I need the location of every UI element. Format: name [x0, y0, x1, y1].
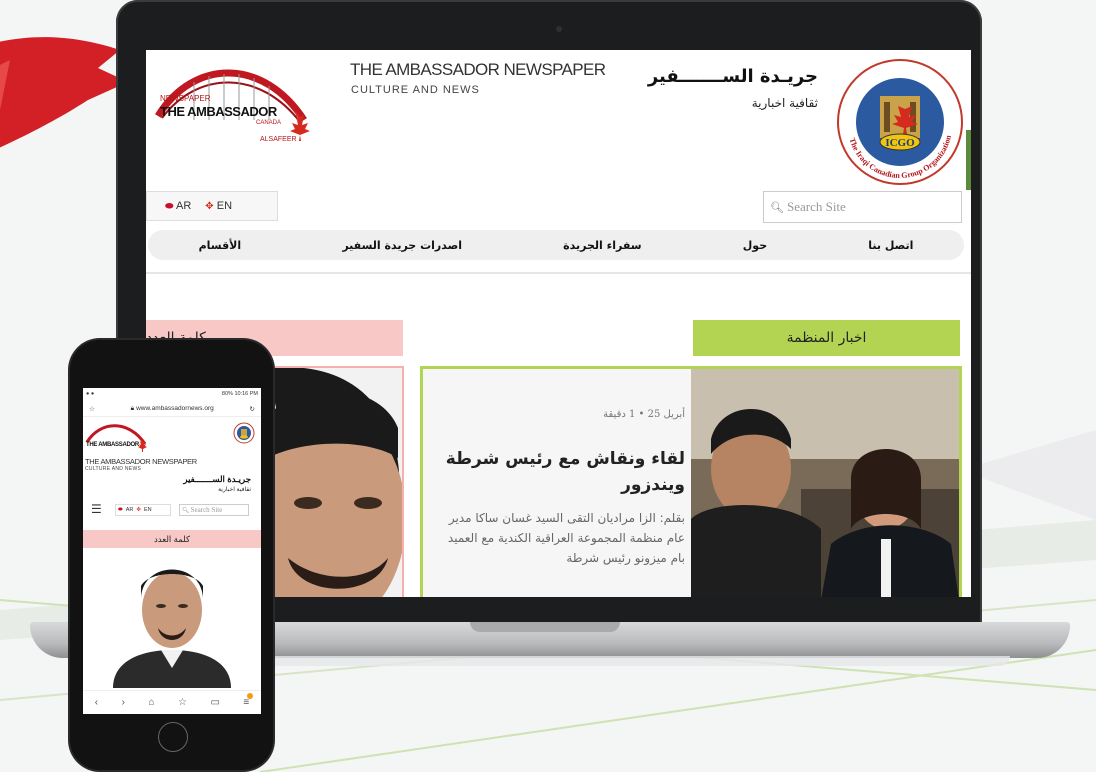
home-icon[interactable]: ⌂	[148, 697, 154, 708]
canada-flag-icon: ✥	[205, 201, 214, 212]
nav-item-about[interactable]: حول	[743, 239, 767, 252]
phone-url-bar[interactable]: ☆ 🔒︎ www.ambassadornews.org ↻	[83, 401, 261, 417]
logo-alsafeer-text: ALSAFEER	[260, 136, 297, 143]
phone-search-input[interactable]: 🔍︎ Search Site	[179, 504, 249, 516]
phone-logo-name: THE AMBASSADOR	[86, 442, 139, 448]
phone-browser-toolbar: ‹ › ⌂ ☆ ▭ ≡	[83, 690, 261, 714]
mobile-website: ● ● 80% 10:16 PM ☆ 🔒︎ www.ambassadornews.…	[83, 388, 261, 714]
post-date: أبريل 25 • 1 دقيقة	[603, 409, 685, 420]
iraq-flag-icon: ⬬	[118, 506, 123, 513]
phone-language-switcher[interactable]: ⬬ AR ✥ EN	[115, 504, 171, 516]
phone-site-subtitle-en: CULTURE AND NEWS	[85, 466, 142, 472]
forward-icon[interactable]: ›	[122, 697, 125, 708]
logo-name-text: THE AMBASSADOR	[160, 104, 277, 119]
red-brush-stroke	[0, 37, 128, 148]
iraq-flag-icon: ⬬	[165, 201, 174, 212]
site-subtitle-en: CULTURE AND NEWS	[351, 84, 480, 96]
post-title[interactable]: لقاء ونقاش مع رئيس شرطة ويندزور	[439, 446, 685, 498]
site-subtitle-ar: ثقافية اخبارية	[751, 96, 818, 110]
post-excerpt: بقلم: الزا مراديان التقى السيد غسان ساكا…	[447, 511, 685, 565]
lang-ar-option[interactable]: ⬬ AR	[165, 200, 191, 212]
nav-item-sections[interactable]: الأقسام	[199, 239, 242, 252]
author-portrait-image	[113, 550, 231, 688]
search-icon: 🔍︎	[182, 507, 190, 514]
lang-ar-label: AR	[176, 200, 192, 212]
status-right-text: 80% 10:16 PM	[221, 391, 258, 397]
phone-author-photo[interactable]	[113, 550, 231, 688]
section-org-news-label: اخبار المنظمة	[693, 320, 960, 356]
search-icon: 🔍︎	[770, 201, 784, 214]
tabs-icon[interactable]: ▭	[210, 697, 219, 708]
status-dots-icon: ● ●	[86, 391, 95, 397]
phone-icgo-icon[interactable]	[233, 422, 255, 444]
star-icon[interactable]: ☆	[89, 405, 95, 413]
reload-icon[interactable]: ↻	[250, 405, 255, 413]
search-placeholder: Search Site	[786, 199, 846, 214]
laptop-camera	[556, 26, 562, 32]
phone-section-editorial-label: كلمة العدد	[83, 530, 261, 548]
bridge-arch-icon	[85, 424, 147, 452]
green-edge-accent	[966, 130, 971, 190]
laptop-notch	[470, 622, 620, 632]
search-input[interactable]: 🔍︎ Search Site	[763, 191, 962, 223]
language-switcher[interactable]: ⬬ AR ✥ EN	[146, 191, 278, 221]
phone-search-placeholder: Search Site	[190, 506, 223, 514]
divider	[146, 272, 971, 274]
bookmark-icon[interactable]: ☆	[178, 697, 187, 708]
menu-icon[interactable]: ≡	[243, 693, 253, 708]
svg-text:ICGO: ICGO	[885, 137, 915, 149]
news-card-photo[interactable]	[691, 369, 959, 597]
url-text: www.ambassadornews.org	[136, 405, 214, 412]
canada-flag-icon: ✥	[136, 507, 141, 513]
icgo-logo-icon[interactable]: ICGO The Iraqi Canadian Group Organizati…	[834, 56, 966, 188]
phone-site-subtitle-ar: ثقافية اخبارية	[218, 487, 251, 493]
nav-item-contact[interactable]: اتصل بنا	[868, 239, 913, 252]
hamburger-menu-icon[interactable]: ☰	[91, 502, 102, 516]
nav-item-ambassadors[interactable]: سفراء الجريدة	[563, 239, 641, 252]
logo-canada-text: CANADA	[256, 120, 282, 126]
news-card[interactable]: أبريل 25 • 1 دقيقة لقاء ونقاش مع رئيس شر…	[420, 366, 962, 597]
lang-en-option[interactable]: ✥ EN	[205, 200, 232, 212]
phone-lang-ar[interactable]: AR	[126, 507, 134, 513]
phone-home-button[interactable]	[158, 722, 188, 752]
lang-en-label: EN	[216, 200, 233, 212]
event-photo-image	[691, 369, 959, 597]
nav-item-releases[interactable]: اصدرات جريدة السفير	[342, 239, 462, 252]
ambassador-logo[interactable]: NEWSPAPER THE AMBASSADOR CANADA ALSAFEER	[154, 58, 314, 150]
phone-status-bar: ● ● 80% 10:16 PM	[83, 388, 261, 400]
phone-site-title-ar: جريـدة الســـــــفير	[183, 474, 251, 484]
logo-newspaper-text: NEWSPAPER	[160, 94, 211, 103]
phone-site-title-en: THE AMBASSADOR NEWSPAPER	[85, 457, 197, 466]
phone-ambassador-logo[interactable]: THE AMBASSADOR	[85, 420, 149, 456]
site-title-ar: جريـدة الســـــــفير	[647, 66, 818, 87]
main-navbar: الأقسام اصدرات جريدة السفير سفراء الجريد…	[148, 230, 964, 260]
phone-lang-en[interactable]: EN	[144, 507, 152, 513]
back-icon[interactable]: ‹	[95, 697, 98, 708]
news-card-text: أبريل 25 • 1 دقيقة لقاء ونقاش مع رئيس شر…	[439, 369, 685, 568]
site-title-en: THE AMBASSADOR NEWSPAPER	[350, 60, 606, 79]
lock-icon: 🔒︎	[130, 404, 135, 412]
